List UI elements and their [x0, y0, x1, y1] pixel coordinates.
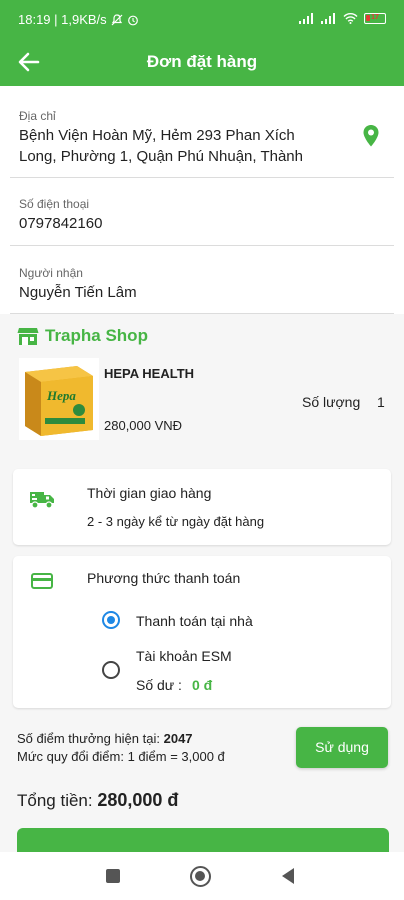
shop-name: Trapha Shop — [45, 326, 148, 345]
reward-points-line: Số điểm thưởng hiện tại: 2047 — [17, 731, 193, 746]
order-total: Tổng tiền: 280,000 đ — [17, 790, 178, 811]
shop-header: Trapha Shop — [17, 326, 148, 346]
reward-points-label: Số điểm thưởng hiện tại: — [17, 731, 160, 746]
receiver-field[interactable]: Nguyễn Tiến Lâm — [19, 282, 137, 303]
address-line-2[interactable]: Long, Phường 1, Quận Phú Nhuận, Thành — [19, 146, 303, 167]
signal-icon — [299, 12, 313, 24]
delivery-time-title: Thời gian giao hàng — [87, 485, 212, 501]
payment-option-esm-radio[interactable] — [102, 661, 120, 679]
wifi-icon — [343, 13, 358, 24]
credit-card-icon — [31, 573, 53, 589]
total-value: 280,000 đ — [97, 790, 179, 810]
receiver-label: Người nhận — [19, 266, 83, 280]
truck-icon — [30, 492, 54, 509]
product-price: 280,000 VNĐ — [104, 418, 183, 433]
esm-balance-label: Số dư : — [136, 677, 182, 693]
phone-label: Số điện thoại — [19, 197, 90, 211]
product-box-label: Hepa — [46, 388, 76, 403]
payment-method-card: Phương thức thanh toán Thanh toán tại nh… — [13, 556, 391, 708]
product-name: HEPA HEALTH — [104, 366, 195, 381]
payment-option-esm-label[interactable]: Tài khoản ESM — [136, 648, 232, 664]
quantity-value: 1 — [377, 394, 385, 410]
esm-balance-value: 0 đ — [192, 677, 213, 693]
use-points-button[interactable]: Sử dụng — [296, 727, 388, 768]
recent-apps-icon[interactable] — [106, 869, 120, 883]
divider — [10, 313, 394, 314]
system-back-icon[interactable] — [282, 868, 294, 884]
product-image: Hepa — [19, 358, 99, 440]
alarm-icon — [127, 15, 138, 25]
reward-points-value: 2047 — [163, 731, 193, 746]
phone-field[interactable]: 0797842160 — [19, 213, 102, 234]
location-pin-icon[interactable] — [360, 124, 382, 148]
app-bar: Đơn đặt hàng — [0, 38, 404, 86]
address-label: Địa chỉ — [19, 109, 56, 123]
status-bar: 18:19 | 1,9KB/s 17 — [0, 0, 404, 38]
signal-icon — [321, 12, 335, 24]
quantity-label: Số lượng — [302, 394, 361, 410]
divider — [10, 245, 394, 246]
system-nav-bar — [0, 852, 404, 900]
total-label: Tổng tiền: — [17, 791, 93, 810]
payment-option-cod-label[interactable]: Thanh toán tại nhà — [136, 613, 253, 629]
home-icon[interactable] — [190, 866, 211, 887]
mute-icon — [111, 13, 123, 25]
page-title: Đơn đặt hàng — [146, 52, 258, 71]
payment-method-title: Phương thức thanh toán — [87, 570, 241, 586]
delivery-time-card: Thời gian giao hàng 2 - 3 ngày kể từ ngà… — [13, 469, 391, 545]
points-exchange-rate: Mức quy đổi điểm: 1 điểm = 3,000 đ — [17, 749, 225, 764]
battery-icon: 17 — [364, 12, 386, 24]
delivery-time-value: 2 - 3 ngày kể từ ngày đặt hàng — [87, 514, 265, 529]
payment-option-cod-radio[interactable] — [102, 611, 120, 629]
address-line-1[interactable]: Bệnh Viện Hoàn Mỹ, Hẻm 293 Phan Xích — [19, 125, 295, 146]
status-time: 18:19 | 1,9KB/s — [18, 12, 107, 27]
store-icon — [17, 328, 39, 345]
divider — [10, 177, 394, 178]
